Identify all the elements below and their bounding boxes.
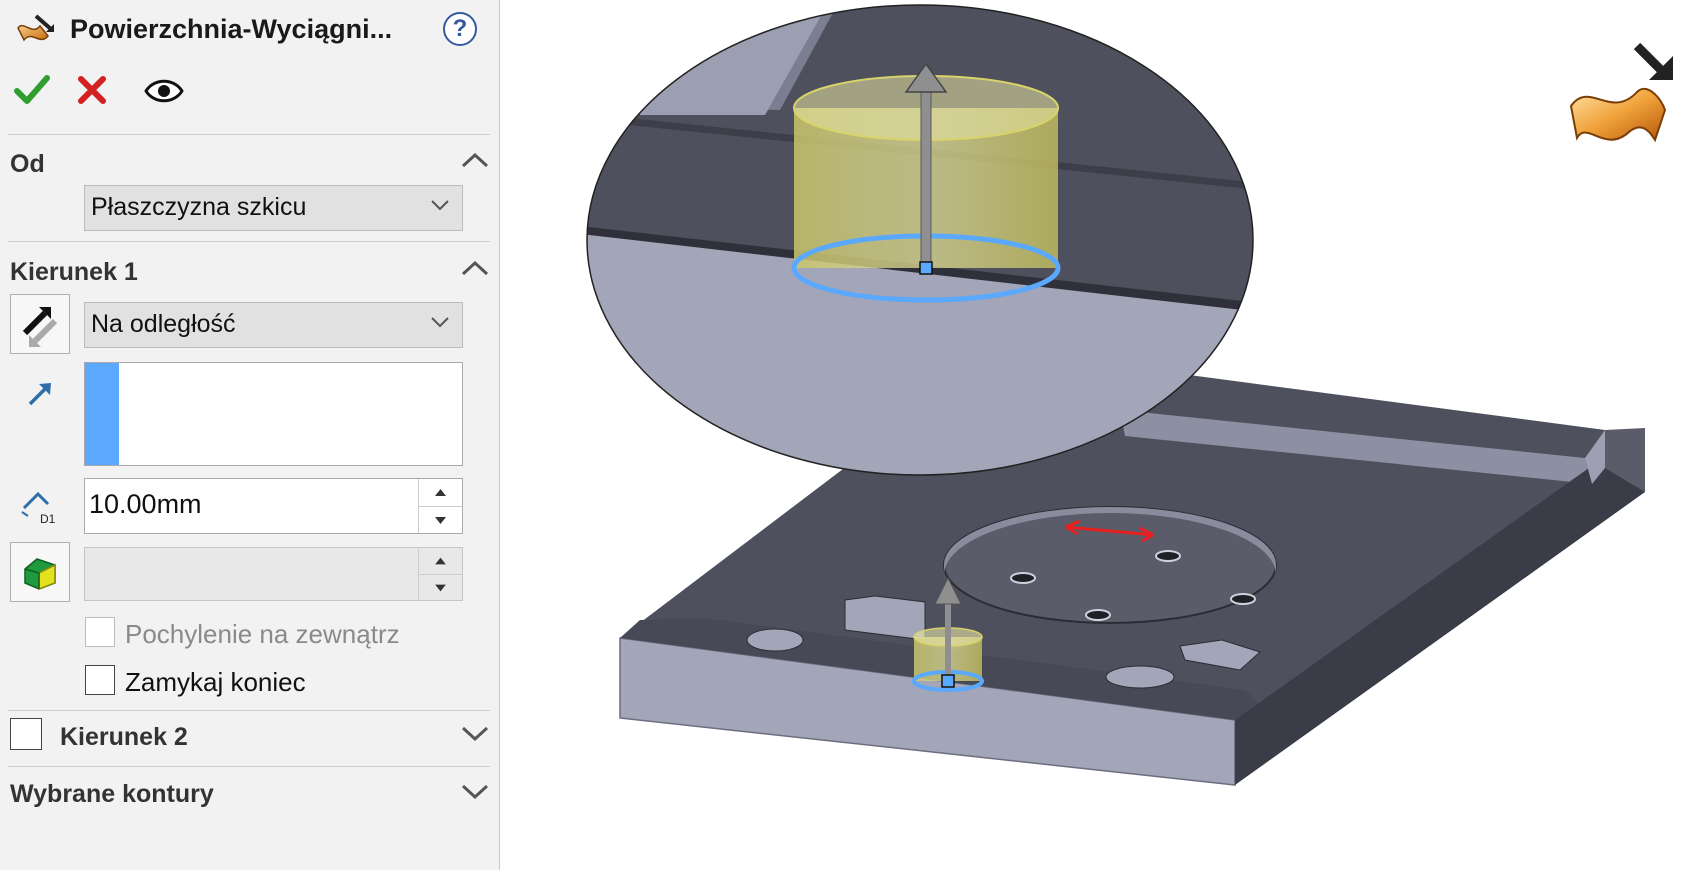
- expand-chevron-down-icon[interactable]: [458, 724, 492, 744]
- checkmark-icon: [14, 75, 50, 104]
- ok-button[interactable]: [14, 74, 50, 106]
- direction2-checkbox[interactable]: [10, 718, 42, 750]
- draft-outward-label: Pochylenie na zewnątrz: [125, 619, 400, 649]
- property-manager-panel: Powierzchnia-Wyciągni... ? Od Płaszczyzn…: [0, 0, 500, 870]
- spin-up-icon: [435, 557, 446, 565]
- spin-up-icon[interactable]: [419, 479, 462, 506]
- chevron-down-icon: [431, 317, 449, 328]
- reverse-direction-icon: [22, 307, 58, 347]
- from-dropdown[interactable]: Płaszczyzna szkicu: [84, 185, 463, 231]
- draft-spinner: [418, 548, 462, 600]
- collapse-chevron-up-icon[interactable]: [458, 150, 492, 170]
- separator: [8, 134, 490, 135]
- separator: [8, 710, 490, 711]
- expand-chevron-down-icon[interactable]: [458, 782, 492, 802]
- help-button[interactable]: ?: [443, 12, 477, 46]
- reverse-direction-button[interactable]: [10, 294, 70, 354]
- panel-title: Powierzchnia-Wyciągni...: [70, 14, 393, 44]
- section-direction2-title: Kierunek 2: [60, 723, 188, 751]
- cap-end-label[interactable]: Zamykaj koniec: [125, 667, 306, 698]
- draft-outward-checkbox: [85, 617, 115, 647]
- draft-toggle-button[interactable]: [10, 542, 70, 602]
- graphics-viewport[interactable]: [500, 0, 1701, 870]
- cancel-button[interactable]: [76, 74, 108, 106]
- draft-icon: [24, 558, 56, 591]
- svg-text:D1: D1: [40, 512, 56, 526]
- spin-down-icon: [419, 574, 462, 592]
- section-direction1-title: Kierunek 1: [10, 258, 138, 286]
- depth-dimension-icon: D1: [21, 491, 56, 526]
- from-dropdown-value: Płaszczyzna szkicu: [91, 193, 307, 221]
- chevron-down-icon: [431, 200, 449, 211]
- cap-end-checkbox[interactable]: [85, 665, 115, 695]
- surface-extrude-icon: [1569, 42, 1673, 143]
- selection-active-indicator: [85, 363, 119, 465]
- draft-angle-input: [84, 547, 463, 601]
- depth-value: 10.00mm: [89, 489, 202, 519]
- cross-icon: [78, 76, 106, 104]
- section-selected-contours-title: Wybrane kontury: [10, 780, 214, 808]
- separator: [8, 766, 490, 767]
- spin-down-icon[interactable]: [419, 506, 462, 534]
- direction-selection-box[interactable]: [84, 362, 463, 466]
- preview-button[interactable]: [144, 78, 184, 104]
- extrude-preview-cylinder: [791, 62, 1061, 303]
- surface-extrude-icon: [17, 14, 54, 42]
- depth-input[interactable]: 10.00mm: [84, 478, 463, 534]
- depth-spinner[interactable]: [418, 479, 462, 533]
- section-from-title: Od: [10, 150, 45, 178]
- separator: [8, 241, 490, 242]
- direction-vector-icon: [28, 383, 51, 406]
- model-view[interactable]: [500, 0, 1701, 870]
- end-condition-value: Na odległość: [91, 310, 236, 338]
- end-condition-dropdown[interactable]: Na odległość: [84, 302, 463, 348]
- collapse-chevron-up-icon[interactable]: [458, 258, 492, 278]
